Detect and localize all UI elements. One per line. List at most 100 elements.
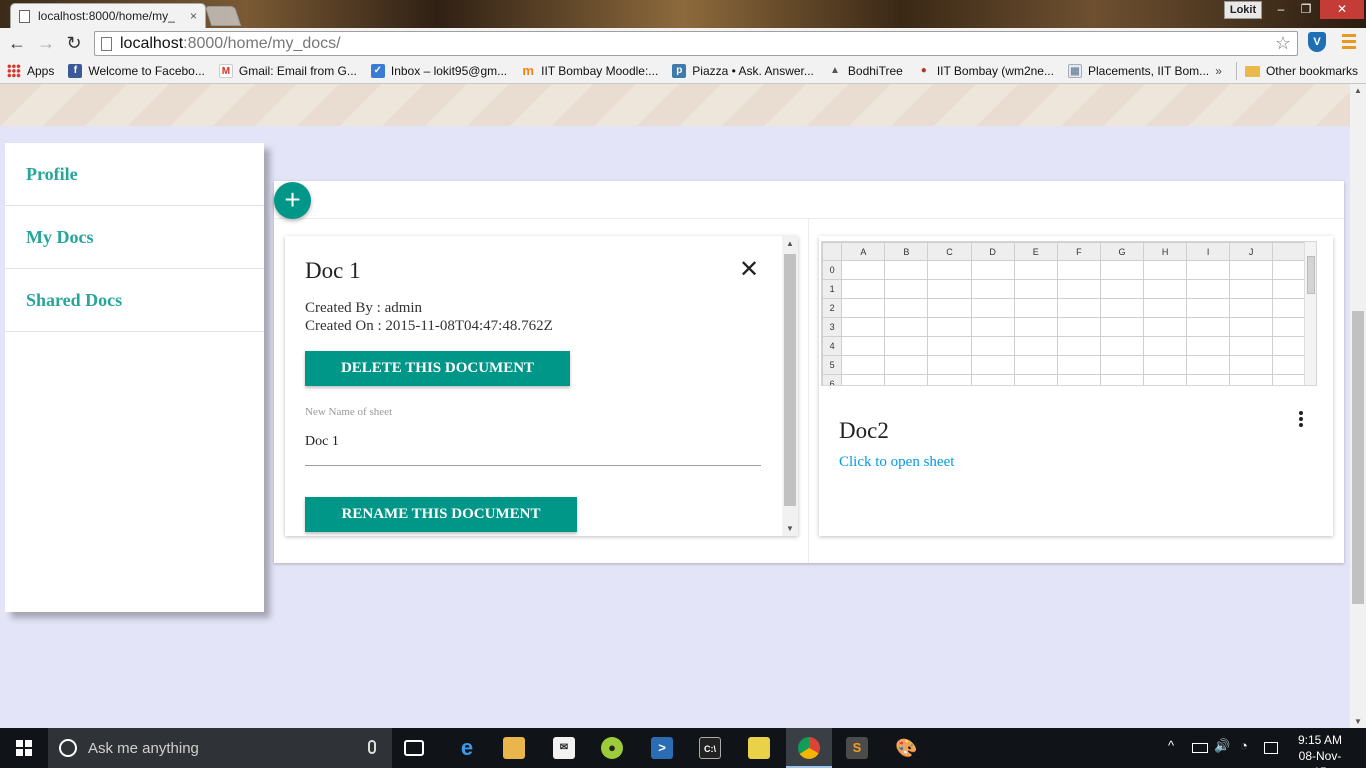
edge-icon[interactable]: e [456, 737, 478, 759]
doc-title: Doc2 [839, 418, 889, 443]
column-divider [808, 219, 809, 563]
volume-icon[interactable]: 🔊 [1214, 738, 1230, 754]
file-explorer-icon[interactable] [503, 737, 525, 759]
chrome-icon[interactable] [798, 737, 820, 759]
page-info-icon[interactable] [101, 36, 112, 51]
more-vert-icon[interactable] [1298, 411, 1304, 429]
reload-button[interactable]: ↻ [63, 32, 85, 54]
microphone-icon[interactable] [368, 740, 376, 754]
sublime-text-icon[interactable]: S [846, 737, 868, 759]
sheet-row-header: 4 [822, 336, 843, 356]
tab-close-icon[interactable]: × [190, 9, 197, 23]
other-bookmarks[interactable]: Other bookmarks [1266, 64, 1358, 78]
bookmark-iitb[interactable]: ● IIT Bombay (wm2ne... [910, 64, 1061, 78]
profile-user-badge[interactable]: Lokit [1224, 1, 1262, 19]
scroll-down-arrow-icon[interactable]: ▼ [1350, 717, 1366, 726]
bookmark-piazza[interactable]: p Piazza • Ask. Answer... [665, 63, 821, 78]
bookmark-label: BodhiTree [847, 63, 903, 78]
cortana-search-box[interactable]: Ask me anything [48, 728, 392, 768]
bookmark-inbox[interactable]: ✓ Inbox – lokit95@gm... [364, 63, 514, 78]
page-scroll-thumb[interactable] [1352, 311, 1364, 604]
extension-shield-icon[interactable]: V [1308, 32, 1326, 52]
scroll-up-arrow-icon[interactable]: ▲ [782, 239, 798, 248]
sheet-row: 3 [822, 317, 1316, 337]
tray-expand-icon[interactable]: ^ [1168, 738, 1174, 753]
powershell-icon[interactable]: > [651, 737, 673, 759]
battery-icon[interactable] [1192, 743, 1208, 753]
sidebar: Profile My Docs Shared Docs [5, 143, 264, 612]
terminal-icon[interactable]: C:\ [699, 737, 721, 759]
sheet-grid: A B C D E F G H I J 0 1 2 3 4 5 6 [822, 242, 1316, 385]
sheet-corner-cell [822, 242, 843, 261]
bookmark-placements[interactable]: ▦ Placements, IIT Bom... [1061, 63, 1216, 78]
doc-card-doc2[interactable]: A B C D E F G H I J 0 1 2 3 4 5 6 Doc2 C… [819, 236, 1333, 536]
bookmark-label: Gmail: Email from G... [238, 63, 357, 78]
doc-card-doc1: Doc 1 ✕ Created By : admin Created On : … [285, 236, 798, 536]
rename-input-underline [305, 465, 761, 466]
gimp-icon[interactable]: ● [601, 737, 623, 759]
browser-title-bar: localhost:8000/home/my_ × Lokit – ❐ ✕ [0, 0, 1366, 28]
bookmark-label: Placements, IIT Bom... [1087, 63, 1210, 78]
bookmark-apps[interactable]: Apps [0, 63, 61, 78]
folder-icon [1244, 65, 1260, 77]
clock-date: 08-Nov-15 [1298, 749, 1342, 768]
close-window-button[interactable]: ✕ [1320, 0, 1364, 19]
sheet-scroll-thumb[interactable] [1307, 256, 1315, 294]
docs-panel: + Doc 1 ✕ Created By : admin Created On … [274, 181, 1344, 563]
mail-icon[interactable]: ✉ [553, 737, 575, 759]
bookmark-moodle[interactable]: m IIT Bombay Moodle:... [514, 63, 665, 78]
scroll-up-arrow-icon[interactable]: ▲ [1350, 86, 1366, 95]
browser-toolbar: ← → ↻ localhost:8000/home/my_docs/ ☆ [0, 28, 1366, 58]
sheet-row-header: 1 [822, 279, 843, 299]
restore-button[interactable]: ❐ [1291, 0, 1321, 19]
close-icon[interactable]: ✕ [739, 255, 759, 283]
action-center-icon[interactable] [1264, 742, 1278, 754]
forward-button[interactable]: → [35, 32, 57, 54]
card-scrollbar[interactable]: ▲ ▼ [782, 236, 798, 536]
scroll-down-arrow-icon[interactable]: ▼ [782, 524, 798, 533]
bookmark-bodhitree[interactable]: ▲ BodhiTree [821, 64, 910, 78]
back-button[interactable]: ← [6, 32, 28, 54]
bookmarks-overflow-icon[interactable]: » [1215, 64, 1222, 78]
page-scrollbar[interactable]: ▲ ▼ [1350, 84, 1366, 728]
paint-icon[interactable]: 🎨 [895, 737, 917, 759]
bookmark-star-icon[interactable]: ☆ [1275, 33, 1291, 54]
rename-document-button[interactable]: RENAME THIS DOCUMENT [305, 497, 577, 532]
start-button[interactable] [0, 728, 48, 768]
bodhitree-icon: ▲ [829, 64, 840, 76]
sheet-row: 0 [822, 260, 1316, 280]
url-path: :8000/home/my_docs/ [183, 34, 341, 52]
sheet-row-header: 5 [822, 355, 843, 375]
sheet-row-header: 2 [822, 298, 843, 318]
bookmark-facebook[interactable]: f Welcome to Facebo... [61, 63, 212, 78]
new-tab-button[interactable] [204, 6, 242, 26]
sidebar-item-my-docs[interactable]: My Docs [5, 206, 264, 269]
browser-tab-active[interactable]: localhost:8000/home/my_ × [10, 3, 206, 28]
taskbar-clock[interactable]: 9:15 AM 08-Nov-15 [1292, 732, 1348, 768]
sheet-row: 6 [822, 374, 1316, 385]
sheet-row: 5 [822, 355, 1316, 375]
windows-taskbar: Ask me anything e ✉ ● > C:\ S 🎨 ^ 🔊 ◔ 9:… [0, 728, 1366, 768]
search-placeholder: Ask me anything [88, 739, 199, 757]
task-view-icon[interactable] [404, 740, 424, 756]
address-bar[interactable]: localhost:8000/home/my_docs/ ☆ [94, 31, 1298, 56]
add-document-button[interactable]: + [274, 182, 311, 219]
bookmark-gmail[interactable]: M Gmail: Email from G... [212, 63, 364, 78]
card-scroll-thumb[interactable] [784, 254, 796, 506]
bookmark-label: Welcome to Facebo... [88, 63, 205, 78]
delete-document-button[interactable]: DELETE THIS DOCUMENT [305, 351, 570, 386]
sheet-col-header: H [1143, 242, 1188, 261]
wifi-icon[interactable]: ◔ [1240, 738, 1248, 753]
url-host: localhost [120, 34, 184, 52]
bookmark-label: Inbox – lokit95@gm... [390, 63, 508, 78]
panel-header [274, 181, 1344, 219]
sidebar-item-shared-docs[interactable]: Shared Docs [5, 269, 264, 332]
bookmarks-divider [1235, 62, 1237, 80]
open-sheet-link[interactable]: Click to open sheet [839, 454, 954, 471]
rename-input[interactable]: Doc 1 [305, 434, 339, 450]
sidebar-item-profile[interactable]: Profile [5, 143, 264, 206]
sheet-scrollbar[interactable] [1304, 242, 1316, 385]
browser-menu-icon[interactable] [1342, 34, 1356, 50]
sheet-preview[interactable]: A B C D E F G H I J 0 1 2 3 4 5 6 [821, 241, 1317, 386]
sticky-notes-icon[interactable] [748, 737, 770, 759]
